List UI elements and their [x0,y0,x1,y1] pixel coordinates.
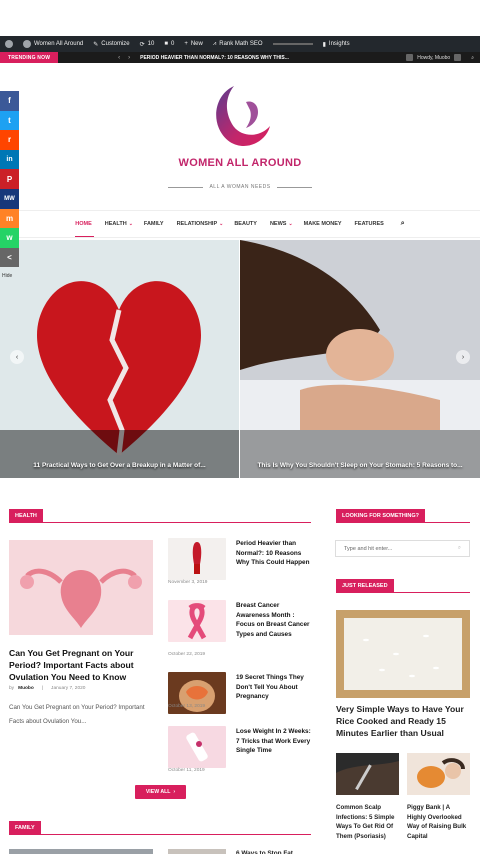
list-item-title[interactable]: 19 Secret Things They Don't Tell You Abo… [236,673,311,702]
view-all-button[interactable]: VIEW ALL › [135,785,186,799]
featured-slider: 11 Practical Ways to Get Over a Breakup … [0,240,480,478]
admin-customize[interactable]: ✎ Customize [88,36,134,52]
family-post-thumb[interactable] [9,849,153,854]
trending-prev-icon[interactable]: ‹ [114,55,124,61]
mewe-icon[interactable]: MW [0,188,19,209]
scalp-image[interactable] [336,753,399,795]
more-icon[interactable]: < [0,247,19,268]
chevron-down-icon: ⌄ [128,221,133,227]
facebook-icon[interactable]: f [0,91,19,111]
twitter-icon[interactable]: t [0,110,19,131]
featured-post-excerpt: Can You Get Pregnant on Your Period? Imp… [9,704,145,725]
nav-features[interactable]: FEATURES [355,211,386,237]
list-item-thumb[interactable] [168,600,226,642]
nav-home[interactable]: HOME [75,211,94,237]
mix-icon[interactable]: m [0,208,19,229]
main-nav: HOME HEALTH ⌄ FAMILY RELATIONSHIP ⌄ BEAUTY… [0,210,480,238]
trending-headline[interactable]: PERIOD HEAVIER THAN NORMAL?: 10 REASONS … [140,55,289,61]
sidebar-featured-title[interactable]: Very Simple Ways to Have Your Rice Cooke… [336,703,470,739]
featured-post-title[interactable]: Can You Get Pregnant on Your Period? Imp… [9,647,153,683]
whatsapp-icon[interactable]: w [0,228,19,248]
slider-next-icon[interactable]: › [456,350,470,364]
list-item-date: November 3, 2019 [168,580,208,585]
slide-caption[interactable]: 11 Practical Ways to Get Over a Breakup … [6,461,233,470]
home-icon [23,40,31,48]
nav-health[interactable]: HEALTH ⌄ [105,211,133,237]
list-item-date: October 22, 2019 [168,652,206,657]
user-greeting[interactable]: Howdy, Muobo [417,55,450,61]
social-share-bar: f t r in P MW m w < [0,91,19,268]
author-link[interactable]: Muobo [18,686,34,691]
hide-button[interactable]: Hide [2,273,12,279]
slider-prev-icon[interactable]: ‹ [10,350,24,364]
linkedin-icon[interactable]: in [0,149,19,170]
pinterest-icon[interactable]: P [0,169,19,189]
list-item-date: October 11, 2019 [168,768,205,773]
admin-stats-bar[interactable] [268,36,318,52]
nav-news[interactable]: NEWS ⌄ [270,211,293,237]
comment-icon: ■ [164,41,168,47]
plus-icon: + [184,41,188,47]
search-icon[interactable]: ⌕ [458,545,461,552]
nav-relationship[interactable]: RELATIONSHIP ⌄ [177,211,224,237]
list-item-date: October 13, 2019 [168,704,206,709]
logo-text: WOMEN ALL AROUND [179,157,302,169]
nav-make-money[interactable]: MAKE MONEY [304,211,344,237]
slide-sleep[interactable]: This Is Why You Shouldn't Sleep on Your … [240,240,480,478]
admin-updates[interactable]: ⟳ 10 [135,36,160,52]
list-item-thumb[interactable] [168,726,226,768]
seo-icon: ⩘ [212,40,217,47]
chevron-down-icon: ⌄ [288,221,293,227]
family-list-thumb[interactable] [168,849,226,854]
search-input[interactable]: Type and hit enter... ⌕ [335,540,470,557]
sidebar-small-title[interactable]: Common Scalp Infections: 5 Simple Ways T… [336,803,399,841]
notification-icon[interactable] [406,54,414,61]
list-item-title[interactable]: Breast Cancer Awareness Month : Focus on… [236,601,311,639]
section-heading-health[interactable]: HEALTH [9,509,43,522]
wordpress-icon[interactable] [0,36,18,52]
slide-caption[interactable]: This Is Why You Shouldn't Sleep on Your … [246,461,474,470]
chevron-down-icon: ⌄ [219,221,224,227]
search-icon[interactable]: ⌕ [471,55,474,61]
broken-heart-image [0,240,239,478]
reddit-icon[interactable]: r [0,130,19,150]
list-item-title[interactable]: Lose Weight In 2 Weeks: 7 Tricks that Wo… [236,727,311,756]
site-logo[interactable]: WOMEN ALL AROUND [160,82,320,174]
trending-next-icon[interactable]: › [124,55,134,61]
uterus-image[interactable] [9,540,153,635]
list-item-thumb[interactable] [168,538,226,580]
piggy-bank-image[interactable] [407,753,470,795]
trending-label: TRENDING NOW [0,52,59,63]
avatar[interactable] [454,54,462,61]
admin-comments[interactable]: ■ 0 [159,36,179,52]
slide-breakup[interactable]: 11 Practical Ways to Get Over a Breakup … [0,240,239,478]
nav-beauty[interactable]: BEAUTY [234,211,259,237]
nav-family[interactable]: FAMILY [144,211,166,237]
trending-bar: TRENDING NOW ‹ › PERIOD HEAVIER THAN NOR… [0,52,480,63]
family-list-title[interactable]: 6 Ways to Stop Fat... [236,849,311,854]
sidebar-heading-search: LOOKING FOR SOMETHING? [336,509,425,522]
rice-image[interactable] [336,610,470,698]
sleeping-woman-image [240,240,480,478]
section-heading-family[interactable]: FAMILY [9,821,41,834]
bar-chart-icon: ▮ [322,41,326,48]
brush-icon: ✎ [93,41,99,48]
admin-seo[interactable]: ⩘ Rank Math SEO [208,36,268,52]
nav-search-icon[interactable]: ⌕ [401,211,405,237]
admin-new[interactable]: + New [179,36,208,52]
refresh-icon: ⟳ [139,41,145,48]
featured-post-meta: by Muobo | January 7, 2020 [9,686,86,691]
sidebar-heading-released: JUST RELEASED [336,579,394,592]
sidebar-small-title[interactable]: Piggy Bank | A Highly Overlooked Way of … [407,803,470,841]
admin-bar: Women All Around ✎ Customize ⟳ 10 ■ 0 + New … [0,36,480,52]
post-date: January 7, 2020 [51,686,86,691]
admin-insights[interactable]: ▮ Insights [318,36,355,52]
tagline: ALL A WOMAN NEEDS [168,184,313,190]
admin-site-name[interactable]: Women All Around [18,36,88,52]
list-item-title[interactable]: Period Heavier than Normal?: 10 Reasons … [236,539,311,568]
